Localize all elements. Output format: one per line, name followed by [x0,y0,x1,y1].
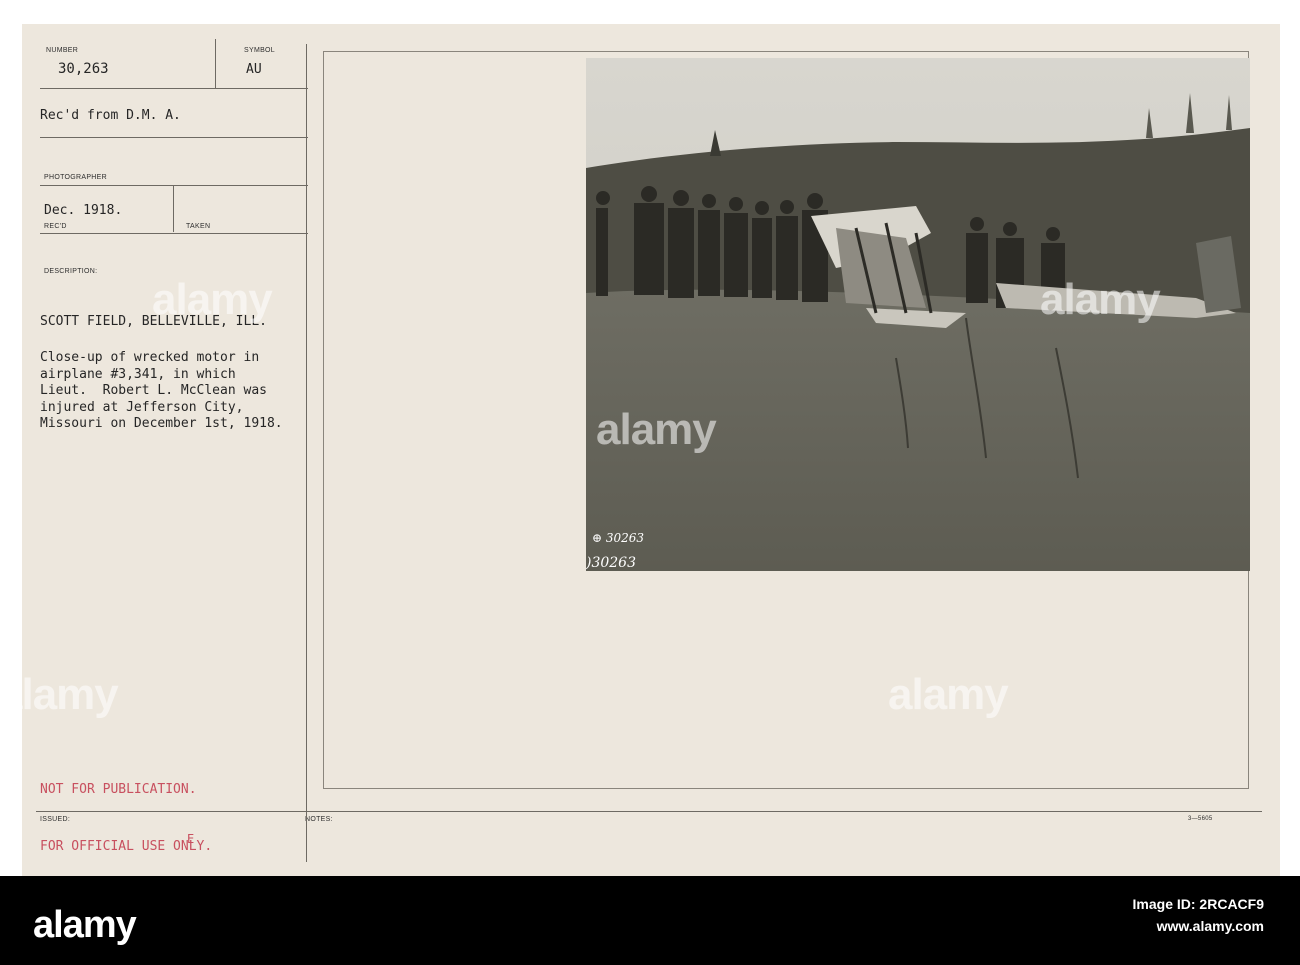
number-label: NUMBER [46,47,79,54]
watermark: alamy [596,405,717,454]
negative-number: ⊕ 30263 [592,531,644,545]
footer-bar: alamy Image ID: 2RCACF9 www.alamy.com [0,876,1300,965]
symbol-label: SYMBOL [244,47,275,54]
bottom-divider [36,811,1262,812]
received-date: Dec. 1918. [44,203,123,218]
description-line: Close-up of wrecked motor in [40,350,260,365]
brand-logo[interactable]: alamy [33,904,137,947]
divider [40,185,308,186]
site-url[interactable]: www.alamy.com [1133,918,1264,934]
column-divider [306,44,307,862]
record-number: 30,263 [58,61,109,77]
description-label: DESCRIPTION: [44,268,98,275]
watermark: alamy [888,670,1009,719]
image-id: Image ID: 2RCACF9 [1132,896,1264,912]
watermark: alamy [0,670,119,719]
divider [40,233,308,234]
issued-mark: E [187,832,195,846]
description-line: Lieut. Robert L. McClean was [40,383,267,398]
issued-label: ISSUED: [40,816,71,823]
divider [215,39,216,89]
stamp-line: NOT FOR PUBLICATION. [40,782,197,797]
description-text: Close-up of wrecked motor in airplane #3… [40,350,283,433]
form-number: 3—5605 [1188,816,1213,822]
symbol-value: AU [246,62,262,77]
description-line: injured at Jefferson City, [40,399,244,415]
description-line: airplane #3,341, in which [40,366,236,382]
description-line: Missouri on December 1st, 1918. [40,416,283,431]
divider [173,186,174,232]
watermark: alamy [152,275,273,324]
notes-label: NOTES: [305,816,333,823]
watermark: alamy [1040,275,1161,324]
divider [40,137,308,138]
received-from: Rec'd from D.M. A. [40,108,181,123]
divider [40,88,308,89]
photographer-label: PHOTOGRAPHER [44,174,107,181]
taken-label: TAKEN [186,223,211,230]
negative-number-2: )30263 [586,555,636,571]
recd-label: REC'D [44,223,67,230]
stock-info: Image ID: 2RCACF9 www.alamy.com [1133,896,1264,934]
